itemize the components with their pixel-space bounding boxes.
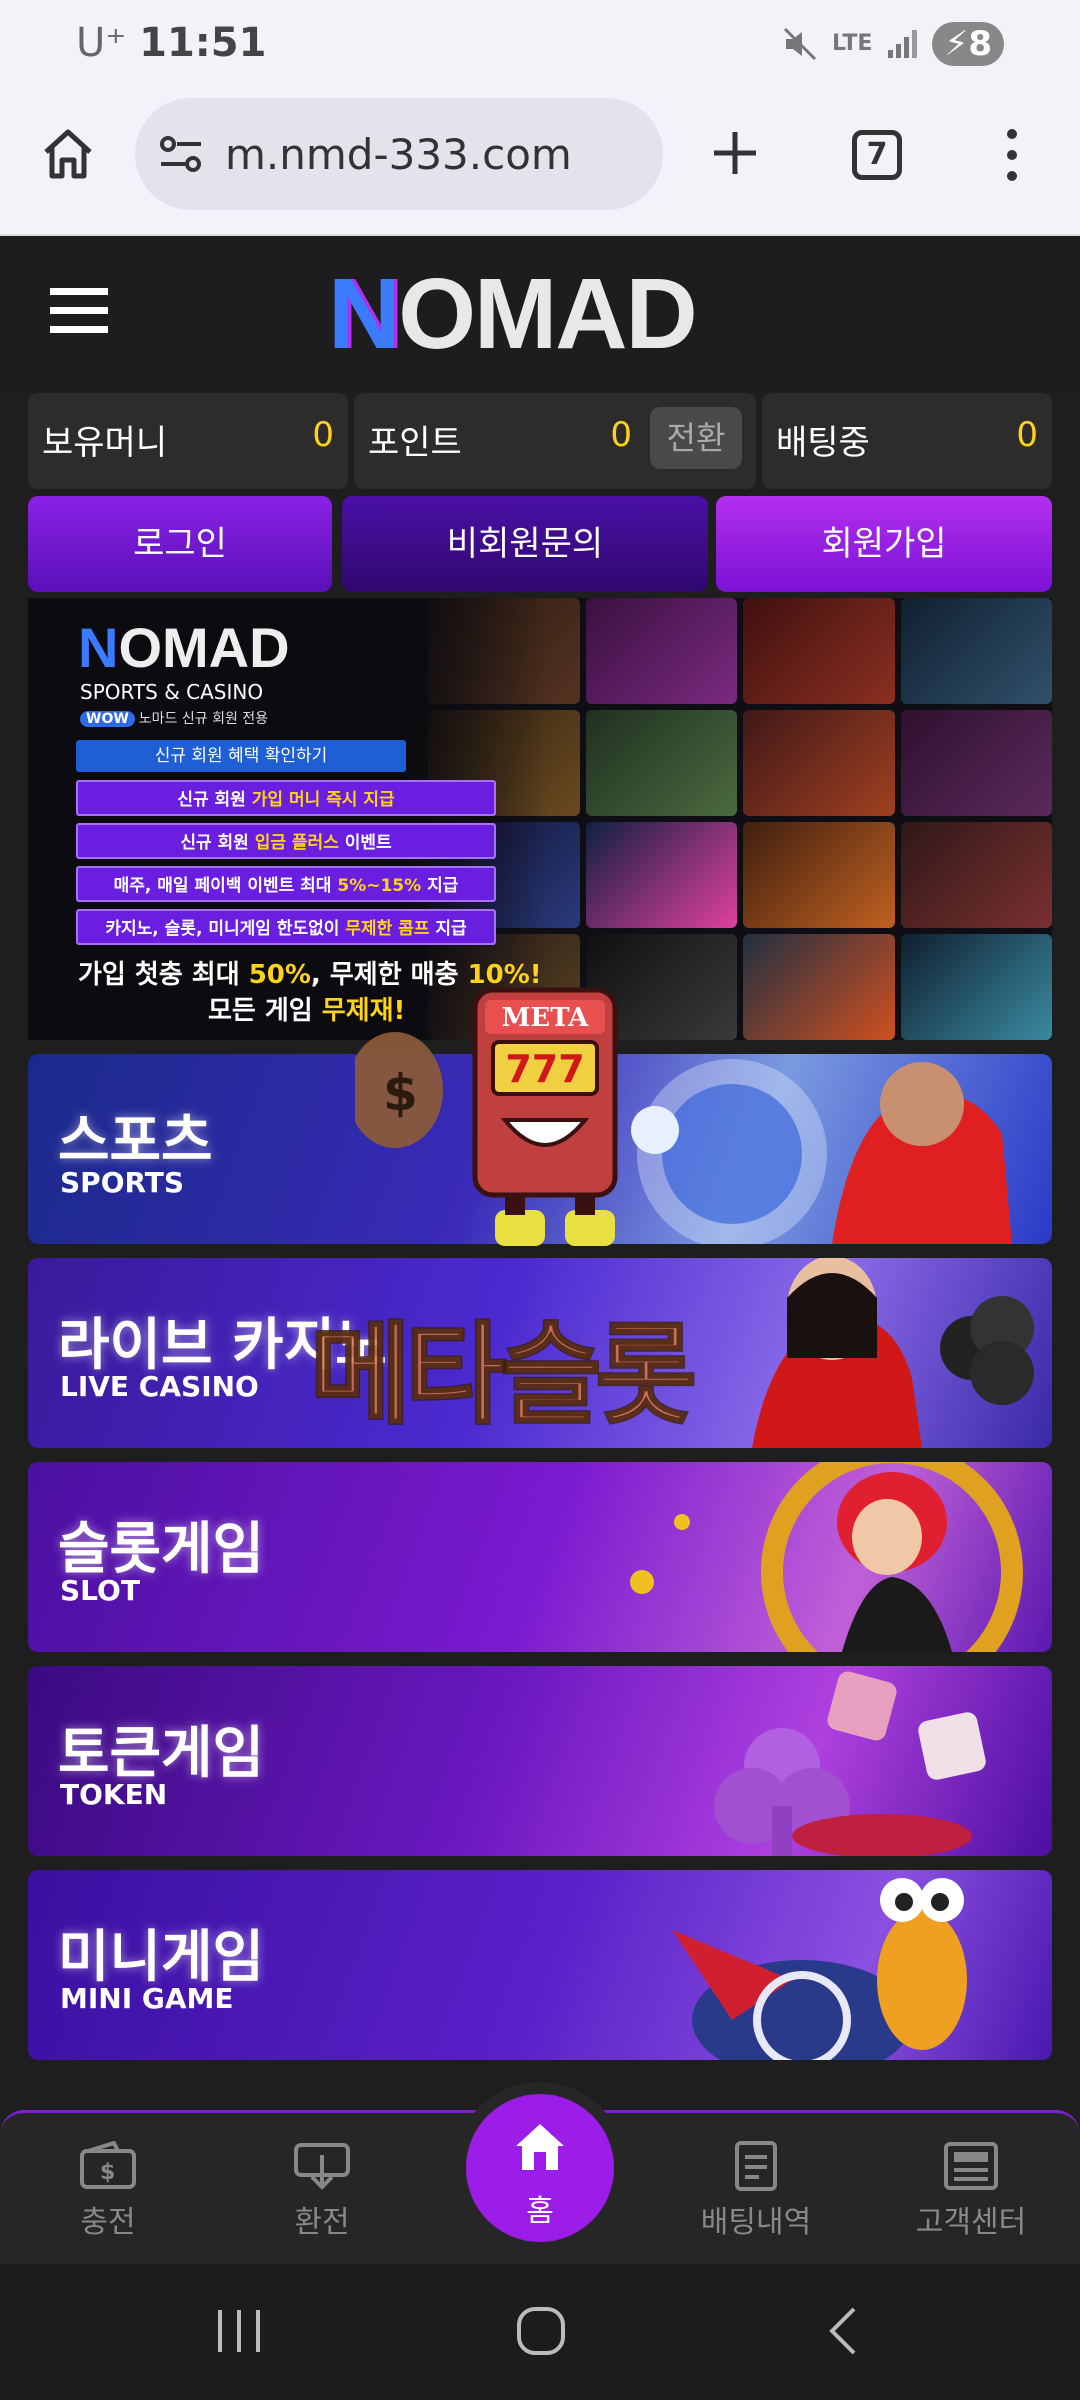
mini-game-art [672,1878,967,2060]
new-tab-icon[interactable] [710,128,760,178]
balance-betting-label: 배팅중 [776,423,870,463]
nav-bet-history[interactable]: 배팅내역 [686,2141,826,2241]
signup-button[interactable]: 회원가입 [716,496,1052,592]
wallet-icon: $ [80,2141,136,2189]
promo-line-1: 신규 회원 가입 머니 즉시 지급 [76,780,496,816]
category-slot-en: SLOT [60,1574,140,1607]
category-mini-game-ko: 미니게임 [58,1925,265,1990]
network-label: LTE [832,31,873,56]
site-header: NOMAD [0,236,1080,392]
nav-home-label: 홈 [526,2194,554,2229]
site-settings-icon[interactable] [159,134,203,174]
balance-money-value: 0 [312,415,334,455]
nav-exchange[interactable]: 환전 [252,2141,392,2241]
category-slot-ko: 슬롯게임 [58,1517,265,1582]
carrier-time: U⁺ 11:51 [76,20,266,66]
nav-charge-label: 충전 [80,2205,136,2240]
svg-text:$: $ [383,1064,418,1122]
category-sports-en: SPORTS [60,1166,185,1199]
balance-points-label: 포인트 [368,423,462,463]
address-bar[interactable]: m.nmd-333.com [135,98,663,210]
category-sports-ko: 스포츠 [58,1109,213,1174]
balance-money: 보유머니 0 [28,393,348,489]
meta-slot-mascot: $ META 777 [355,987,679,1246]
site-logo[interactable]: NOMAD [328,264,698,364]
status-bar: U⁺ 11:51 LTE ⚡8 [0,0,1080,90]
mute-icon [783,27,817,61]
balance-points: 포인트 0 전환 [354,393,756,489]
promo-banner[interactable]: NOMAD SPORTS & CASINO WOW 노마드 신규 회원 전용 신규… [28,598,1052,1040]
promo-logo-rest: OMAD [118,616,290,679]
wow-badge: WOW [80,711,135,727]
category-slot[interactable]: 슬롯게임 SLOT [28,1462,1052,1652]
logo-n: N [328,258,400,370]
newspaper-icon [944,2142,998,2190]
promo-logo: NOMAD [78,618,290,678]
auth-buttons: 로그인 비회원문의 회원가입 [28,496,1052,592]
promo-line-3: 매주, 매일 페이백 이벤트 최대 5%~15% 지급 [76,866,496,902]
meta-sign-text: META [502,1003,590,1033]
tab-switcher-button[interactable]: 7 [852,130,902,180]
meta-slot-watermark: 메타슬롯 [309,1310,699,1441]
home-icon[interactable] [40,126,96,182]
more-menu-icon[interactable] [1000,128,1024,182]
promo-check-line: 신규 회원 혜택 확인하기 [76,740,406,772]
promo-wow-line: WOW 노마드 신규 회원 전용 [80,708,268,728]
document-icon [735,2141,777,2191]
guest-inquiry-button[interactable]: 비회원문의 [342,496,708,592]
points-convert-button[interactable]: 전환 [650,407,742,469]
url-text[interactable]: m.nmd-333.com [225,130,572,179]
balance-row: 보유머니 0 포인트 0 전환 배팅중 0 [28,393,1052,489]
category-token[interactable]: 토큰게임 TOKEN [28,1666,1052,1856]
clock: 11:51 [139,20,267,66]
battery-indicator: ⚡8 [932,22,1004,66]
category-token-ko: 토큰게임 [58,1721,265,1786]
nav-support-label: 고객센터 [915,2205,1027,2240]
home-nav-icon [516,2124,564,2170]
nav-bet-history-label: 배팅내역 [700,2205,812,2240]
withdraw-icon [294,2143,350,2190]
category-mini-game-en: MINI GAME [60,1982,234,2015]
category-mini-game[interactable]: 미니게임 MINI GAME [28,1870,1052,2060]
back-icon[interactable] [826,2306,860,2356]
meta-777-text: 777 [505,1047,584,1091]
logo-rest: OMAD [398,258,698,370]
home-system-icon[interactable] [516,2306,566,2356]
promo-logo-n: N [78,616,119,679]
token-art [714,1671,986,1856]
browser-toolbar: m.nmd-333.com 7 [0,90,1080,236]
promo-line-2: 신규 회원 입금 플러스 이벤트 [76,823,496,859]
login-button[interactable]: 로그인 [28,496,332,592]
signal-icon [888,30,918,58]
promo-line-4: 카지노, 슬롯, 미니게임 한도없이 무제한 콤프 지급 [76,909,496,945]
nav-support[interactable]: 고객센터 [901,2141,1041,2241]
nav-charge[interactable]: $ 충전 [38,2141,178,2241]
balance-money-label: 보유머니 [42,423,168,463]
recent-apps-icon[interactable] [214,2308,264,2354]
slot-art [630,1462,1023,1652]
balance-points-value: 0 [610,415,632,455]
nav-home-button[interactable]: 홈 [466,2094,614,2242]
balance-betting-value: 0 [1016,415,1038,455]
nav-exchange-label: 환전 [294,2205,350,2240]
promo-subtitle: SPORTS & CASINO [80,680,264,704]
carrier-label: U⁺ [76,20,127,66]
balance-betting: 배팅중 0 [762,393,1052,489]
svg-text:$: $ [100,2160,115,2185]
wow-text: 노마드 신규 회원 전용 [138,711,269,727]
status-icons: LTE ⚡8 [782,22,1004,66]
battery-level: 8 [968,24,992,64]
category-token-en: TOKEN [60,1778,168,1811]
category-live-casino-en: LIVE CASINO [60,1370,259,1403]
hamburger-menu-icon[interactable] [50,286,108,336]
system-nav-bar [0,2264,1080,2400]
